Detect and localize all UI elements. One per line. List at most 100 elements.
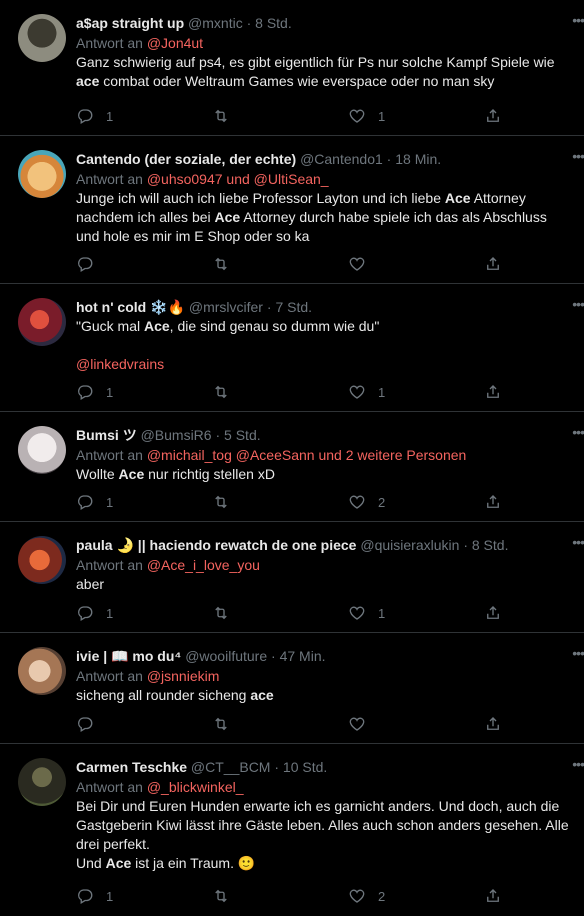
reply-button[interactable] xyxy=(76,713,106,735)
avatar[interactable] xyxy=(18,758,66,806)
user-handle[interactable]: @quisieraxlukin xyxy=(360,537,459,553)
more-icon[interactable]: ••• xyxy=(572,12,584,28)
reply-mention[interactable]: @jsnniekim xyxy=(147,668,220,684)
retweet-icon xyxy=(215,109,227,123)
tweet-content: Bumsi ツ @BumsiR6 · 5 Std. Antwort an @mi… xyxy=(76,425,566,484)
more-icon[interactable]: ••• xyxy=(572,148,584,164)
mention-link[interactable]: @linkedvrains xyxy=(76,356,164,372)
tweet-text: Junge ich will auch ich liebe Professor … xyxy=(76,190,547,244)
reply-mention[interactable]: @michail_tog @AceeSann und 2 weitere Per… xyxy=(147,447,467,463)
reply-icon xyxy=(78,385,93,400)
like-icon xyxy=(349,606,365,620)
like-button[interactable] xyxy=(348,253,378,275)
like-count: 1 xyxy=(378,384,386,400)
tweet-actions: 1 2 xyxy=(76,491,506,513)
like-count: 2 xyxy=(378,888,386,904)
more-icon[interactable]: ••• xyxy=(572,424,584,440)
tweet-content: ivie | 📖 mo du⁴ @wooilfuture · 47 Min. A… xyxy=(76,646,566,705)
display-name[interactable]: Carmen Teschke xyxy=(76,759,187,775)
reply-mention[interactable]: @Jon4ut xyxy=(147,35,203,51)
tweet-1[interactable]: Cantendo (der soziale, der echte) @Cante… xyxy=(0,136,584,284)
like-button[interactable] xyxy=(348,713,378,735)
reply-button[interactable]: 1 xyxy=(76,105,113,127)
like-button[interactable]: 1 xyxy=(348,105,385,127)
timestamp[interactable]: 8 Std. xyxy=(472,537,509,553)
share-button[interactable] xyxy=(484,381,502,403)
avatar[interactable] xyxy=(18,298,66,346)
tweet-actions: 1 1 xyxy=(76,381,506,403)
reply-icon xyxy=(78,495,93,510)
user-handle[interactable]: @mxntic xyxy=(188,15,243,31)
display-name[interactable]: a$ap straight up xyxy=(76,15,184,31)
name-emoji: ❄️🔥 xyxy=(150,299,185,315)
like-button[interactable]: 2 xyxy=(348,491,385,513)
timestamp[interactable]: 47 Min. xyxy=(280,648,326,664)
retweet-button[interactable] xyxy=(212,491,242,513)
display-name[interactable]: ivie | xyxy=(76,648,107,664)
reply-button[interactable]: 1 xyxy=(76,491,113,513)
like-icon xyxy=(349,385,365,399)
tweet-3[interactable]: Bumsi ツ @BumsiR6 · 5 Std. Antwort an @mi… xyxy=(0,412,584,522)
avatar[interactable] xyxy=(18,14,66,62)
share-button[interactable] xyxy=(484,885,502,907)
display-name-suffix[interactable]: || haciendo rewatch de one piece xyxy=(138,537,357,553)
reply-button[interactable]: 1 xyxy=(76,885,113,907)
retweet-button[interactable] xyxy=(212,105,242,127)
avatar[interactable] xyxy=(18,426,66,474)
tweet-5[interactable]: ivie | 📖 mo du⁴ @wooilfuture · 47 Min. A… xyxy=(0,633,584,744)
user-handle[interactable]: @Cantendo1 xyxy=(300,151,383,167)
reply-icon xyxy=(78,889,93,904)
share-button[interactable] xyxy=(484,602,502,624)
avatar[interactable] xyxy=(18,150,66,198)
timestamp[interactable]: 18 Min. xyxy=(395,151,441,167)
reply-mention[interactable]: @_blickwinkel_ xyxy=(147,779,244,795)
timestamp[interactable]: 8 Std. xyxy=(255,15,292,31)
avatar[interactable] xyxy=(18,647,66,695)
retweet-button[interactable] xyxy=(212,602,242,624)
reply-context: Antwort an @Jon4ut xyxy=(76,35,204,51)
display-name-suffix[interactable]: mo du⁴ xyxy=(132,648,181,664)
retweet-button[interactable] xyxy=(212,253,242,275)
reply-button[interactable] xyxy=(76,253,106,275)
user-handle[interactable]: @wooilfuture xyxy=(185,648,267,664)
share-button[interactable] xyxy=(484,105,502,127)
tweet-0[interactable]: a$ap straight up @mxntic · 8 Std. Antwor… xyxy=(0,0,584,136)
more-icon[interactable]: ••• xyxy=(572,756,584,772)
user-handle[interactable]: @CT__BCM xyxy=(191,759,271,775)
display-name[interactable]: paula xyxy=(76,537,113,553)
share-button[interactable] xyxy=(484,253,502,275)
name-emoji: 📖 xyxy=(111,648,129,664)
tweet-header: a$ap straight up @mxntic · 8 Std. xyxy=(76,15,292,31)
reply-context: Antwort an @michail_tog @AceeSann und 2 … xyxy=(76,447,467,463)
tweet-6[interactable]: Carmen Teschke @CT__BCM · 10 Std. Antwor… xyxy=(0,744,584,915)
avatar[interactable] xyxy=(18,536,66,584)
more-icon[interactable]: ••• xyxy=(572,296,584,312)
display-name[interactable]: hot n' cold xyxy=(76,299,146,315)
like-count: 1 xyxy=(378,605,386,621)
user-handle[interactable]: @BumsiR6 xyxy=(141,427,212,443)
tweet-4[interactable]: paula 🌛 || haciendo rewatch de one piece… xyxy=(0,522,584,633)
reply-button[interactable]: 1 xyxy=(76,602,113,624)
reply-context: Antwort an @Ace_i_love_you xyxy=(76,557,260,573)
reply-button[interactable]: 1 xyxy=(76,381,113,403)
retweet-button[interactable] xyxy=(212,381,242,403)
display-name[interactable]: Bumsi xyxy=(76,427,119,443)
share-button[interactable] xyxy=(484,713,502,735)
like-button[interactable]: 1 xyxy=(348,602,385,624)
tweet-2[interactable]: hot n' cold ❄️🔥 @mrslvcifer · 7 Std. "Gu… xyxy=(0,284,584,412)
reply-mention[interactable]: @uhso0947 und @UltiSean_ xyxy=(147,171,329,187)
retweet-button[interactable] xyxy=(212,885,242,907)
timestamp[interactable]: 5 Std. xyxy=(224,427,261,443)
more-icon[interactable]: ••• xyxy=(572,645,584,661)
timestamp[interactable]: 7 Std. xyxy=(275,299,312,315)
like-button[interactable]: 1 xyxy=(348,381,385,403)
like-button[interactable]: 2 xyxy=(348,885,385,907)
retweet-button[interactable] xyxy=(212,713,242,735)
user-handle[interactable]: @mrslvcifer xyxy=(189,299,263,315)
display-name[interactable]: Cantendo (der soziale, der echte) xyxy=(76,151,296,167)
more-icon[interactable]: ••• xyxy=(572,534,584,550)
share-button[interactable] xyxy=(484,491,502,513)
reply-count: 1 xyxy=(106,108,114,124)
timestamp[interactable]: 10 Std. xyxy=(283,759,327,775)
reply-mention[interactable]: @Ace_i_love_you xyxy=(147,557,260,573)
